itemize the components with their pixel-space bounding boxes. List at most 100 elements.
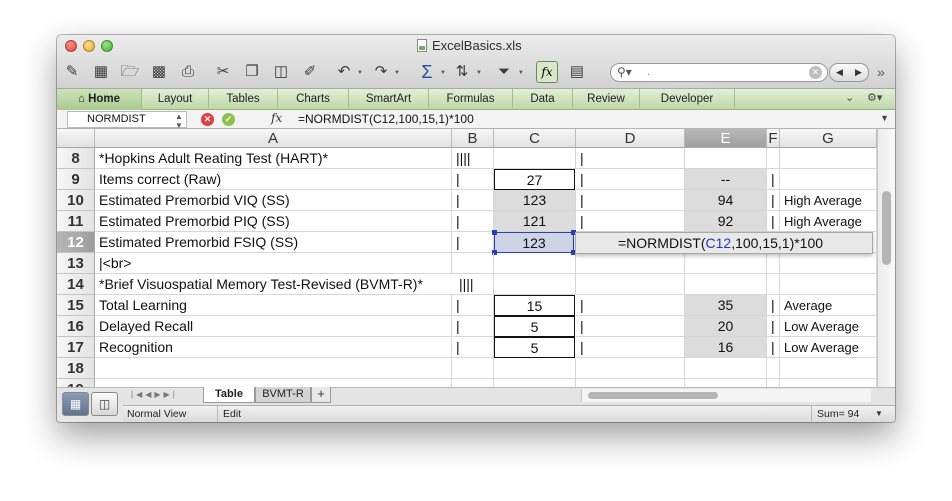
cancel-entry-icon[interactable]: ✕ xyxy=(201,113,214,126)
cell-edit-overlay[interactable]: =NORMDIST(C12,100,15,1)*100 xyxy=(575,232,873,254)
row-header[interactable]: 14 xyxy=(57,274,95,295)
close-icon[interactable] xyxy=(65,40,77,52)
save-icon[interactable]: ▩ xyxy=(148,61,170,83)
tab-data[interactable]: Data xyxy=(513,89,573,110)
search-input[interactable]: . xyxy=(647,66,650,78)
collapse-ribbon-icon[interactable]: ⌄ xyxy=(845,91,854,104)
name-box[interactable]: NORMDIST xyxy=(67,111,187,128)
cell-c8[interactable] xyxy=(494,148,576,169)
column-header-g[interactable]: G xyxy=(780,129,877,148)
cell-f11[interactable]: | xyxy=(767,211,780,232)
cell-c9[interactable]: 27 xyxy=(494,169,575,190)
cell-e17[interactable]: 16 xyxy=(685,337,767,358)
search-field[interactable]: ⚲▾ . ✕ xyxy=(610,63,828,82)
new-icon[interactable]: ✎ xyxy=(61,61,83,83)
sum-readout[interactable]: Sum= 94 xyxy=(817,408,859,420)
cell-f13[interactable] xyxy=(767,253,780,274)
cell-d11[interactable]: | xyxy=(576,211,685,232)
tab-review[interactable]: Review xyxy=(573,89,640,110)
cell-a15[interactable]: Total Learning xyxy=(95,295,452,316)
open-icon[interactable]: 🗁 xyxy=(119,61,141,83)
ribbon-settings-icon[interactable]: ⚙▾ xyxy=(867,91,882,104)
cell-d18[interactable] xyxy=(576,358,685,379)
sheet-tab-table[interactable]: Table xyxy=(203,387,255,403)
column-header-d[interactable]: D xyxy=(576,129,685,148)
cut-icon[interactable]: ✂ xyxy=(212,61,234,83)
cell-e9[interactable]: -- xyxy=(685,169,767,190)
expand-formula-bar-icon[interactable]: ▼ xyxy=(880,113,889,123)
cell-c13[interactable] xyxy=(494,253,576,274)
cell-g16[interactable]: Low Average xyxy=(780,316,877,337)
filter-dropdown-icon[interactable]: ▼ xyxy=(518,70,524,76)
cell-b16[interactable]: | xyxy=(452,316,494,337)
row-header[interactable]: 19 xyxy=(57,379,95,387)
confirm-entry-icon[interactable]: ✓ xyxy=(222,113,235,126)
cell-b18[interactable] xyxy=(452,358,494,379)
cell-a10[interactable]: Estimated Premorbid VIQ (SS) xyxy=(95,190,452,211)
cell-a9[interactable]: Items correct (Raw) xyxy=(95,169,452,190)
cell-c18[interactable] xyxy=(494,358,576,379)
row-header[interactable]: 12 xyxy=(57,232,95,253)
cell-d13[interactable] xyxy=(576,253,685,274)
sort-icon[interactable]: ⇅ xyxy=(451,61,473,83)
cell-g13[interactable] xyxy=(780,253,877,274)
tab-home[interactable]: ⌂ Home xyxy=(57,89,142,110)
print-icon[interactable]: ⎙ xyxy=(177,61,199,83)
cell-g11[interactable]: High Average xyxy=(780,211,877,232)
cell-d8[interactable]: | xyxy=(576,148,685,169)
cell-f15[interactable]: | xyxy=(767,295,780,316)
cell-c14[interactable] xyxy=(494,274,576,295)
cell-b8[interactable]: |||| xyxy=(452,148,494,169)
cell-a17[interactable]: Recognition xyxy=(95,337,452,358)
cell-g9[interactable] xyxy=(780,169,877,190)
cell-f9[interactable]: | xyxy=(767,169,780,190)
filter-icon[interactable]: ⏷ xyxy=(493,61,515,83)
row-header[interactable]: 11 xyxy=(57,211,95,232)
redo-dropdown-icon[interactable]: ▼ xyxy=(394,70,400,76)
cell-d10[interactable]: | xyxy=(576,190,685,211)
cell-c12-active[interactable]: 123 xyxy=(494,232,574,253)
cell-g8[interactable] xyxy=(780,148,877,169)
cell-a8[interactable]: *Hopkins Adult Reating Test (HART)* xyxy=(95,148,452,169)
cell-a19[interactable] xyxy=(95,379,452,387)
row-header[interactable]: 8 xyxy=(57,148,95,169)
cell-b9[interactable]: | xyxy=(452,169,494,190)
cell-a12[interactable]: Estimated Premorbid FSIQ (SS) xyxy=(95,232,452,253)
add-sheet-button[interactable]: + xyxy=(311,387,331,403)
vertical-scroll-thumb[interactable] xyxy=(882,191,891,265)
row-header[interactable]: 18 xyxy=(57,358,95,379)
toolbar-overflow-icon[interactable]: » xyxy=(877,64,885,80)
cell-e10[interactable]: 94 xyxy=(685,190,767,211)
cell-f19[interactable] xyxy=(767,379,780,387)
next-result-icon[interactable]: ▶ xyxy=(849,64,868,81)
cell-f8[interactable] xyxy=(767,148,780,169)
cell-c15[interactable]: 15 xyxy=(494,295,575,316)
cell-b17[interactable]: | xyxy=(452,337,494,358)
autosum-dropdown-icon[interactable]: ▼ xyxy=(440,70,446,76)
vertical-scrollbar[interactable] xyxy=(877,129,895,387)
redo-icon[interactable]: ↷ xyxy=(370,61,392,83)
media-icon[interactable]: ▤ xyxy=(566,61,588,83)
cell-g14[interactable] xyxy=(780,274,877,295)
cell-a11[interactable]: Estimated Premorbid PIQ (SS) xyxy=(95,211,452,232)
worksheet-grid[interactable]: A B C D E F G 8 *Hopkins Adult Reating T… xyxy=(57,129,895,387)
cell-d17[interactable]: | xyxy=(576,337,685,358)
column-header-a[interactable]: A xyxy=(95,129,452,148)
cell-e14[interactable] xyxy=(685,274,767,295)
cell-a14[interactable]: *Brief Visuospatial Memory Test-Revised … xyxy=(95,274,452,295)
column-header-b[interactable]: B xyxy=(452,129,494,148)
cell-b14[interactable]: |||| xyxy=(452,274,494,295)
autosum-icon[interactable]: Σ xyxy=(416,61,438,83)
name-box-stepper-icon[interactable]: ▲ ▼ xyxy=(175,112,183,130)
tab-tables[interactable]: Tables xyxy=(209,89,278,110)
cell-g15[interactable]: Average xyxy=(780,295,877,316)
cell-a18[interactable] xyxy=(95,358,452,379)
selection-handle[interactable] xyxy=(492,230,497,235)
sum-dropdown-icon[interactable]: ▼ xyxy=(875,409,883,418)
zoom-icon[interactable] xyxy=(101,40,113,52)
cell-d16[interactable]: | xyxy=(576,316,685,337)
copy-icon[interactable]: ❐ xyxy=(241,61,263,83)
cell-g17[interactable]: Low Average xyxy=(780,337,877,358)
page-layout-view-icon[interactable]: ◫ xyxy=(91,392,118,416)
formula-input[interactable]: =NORMDIST(C12,100,15,1)*100 xyxy=(298,112,474,126)
